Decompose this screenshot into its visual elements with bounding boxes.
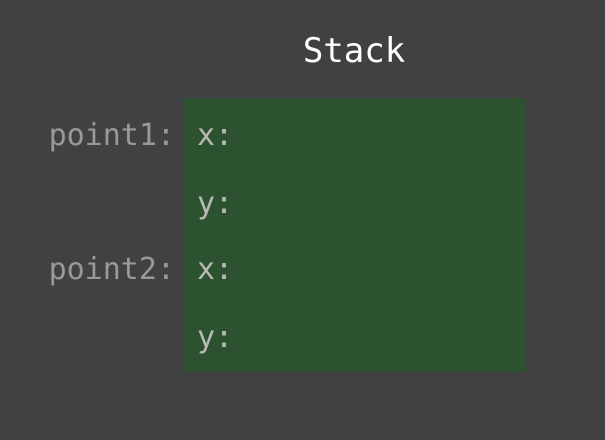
field-point1-x: x: — [197, 118, 234, 153]
field-point1-y: y: — [197, 186, 234, 221]
stack-region — [183, 98, 525, 372]
stack-title: Stack — [302, 31, 406, 71]
field-point2-x: x: — [197, 252, 234, 287]
variable-label-point1: point1: — [48, 118, 175, 153]
variable-label-point2: point2: — [48, 252, 175, 287]
field-point2-y: y: — [197, 320, 234, 355]
